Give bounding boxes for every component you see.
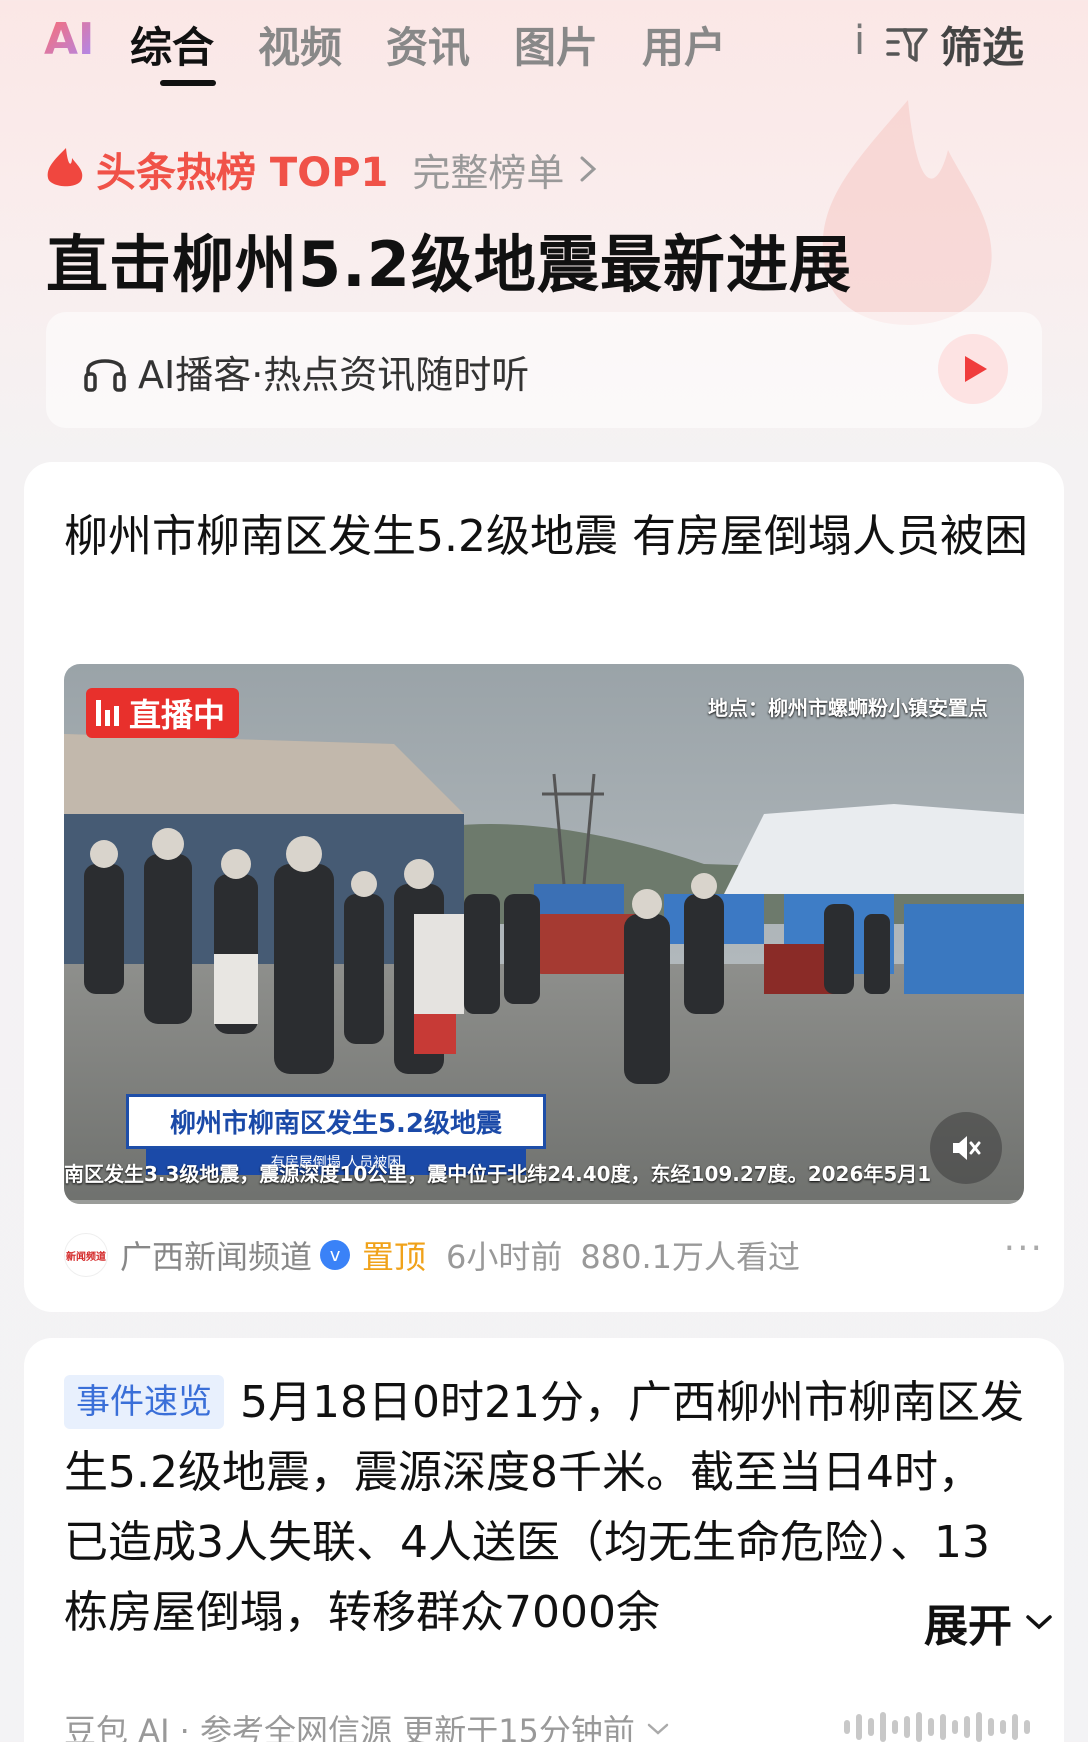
chevron-right-icon xyxy=(580,156,597,182)
hot-list-rank: 头条热榜 TOP1 xyxy=(96,150,389,196)
news-title[interactable]: 柳州市柳南区发生5.2级地震 有房屋倒塌人员被困 xyxy=(64,502,1044,572)
news-meta-row: 新闻频道 广西新闻频道 v 置顶 6小时前 880.1万人看过 ··· xyxy=(64,1228,1044,1278)
video-location-caption: 地点：柳州市螺蛳粉小镇安置点 xyxy=(708,696,988,720)
tab-comprehensive[interactable]: 综合 xyxy=(130,14,214,75)
event-summary-tag: 事件速览 xyxy=(64,1375,224,1429)
play-icon xyxy=(965,356,987,382)
tab-video[interactable]: 视频 xyxy=(258,14,342,75)
chevron-down-icon xyxy=(1026,1615,1052,1630)
source-logo-text: 新闻频道 xyxy=(66,1251,106,1263)
ai-podcast-bar[interactable]: AI播客·热点资讯随时听 xyxy=(46,312,1042,428)
tab-images[interactable]: 图片 xyxy=(514,14,598,75)
speaker-muted-icon xyxy=(953,1136,981,1160)
headphone-icon xyxy=(84,359,126,392)
hot-headline[interactable]: 直击柳州5.2级地震最新进展 xyxy=(46,214,852,304)
tab-ai[interactable]: AI xyxy=(44,14,94,65)
top-tab-bar: AI 综合 视频 资讯 图片 用户 i 筛选 xyxy=(0,0,1088,100)
more-options-button[interactable]: ··· xyxy=(1004,1228,1044,1269)
source-logo[interactable]: 新闻频道 xyxy=(64,1233,108,1277)
pinned-badge: 置顶 xyxy=(362,1238,427,1276)
view-count: 880.1万人看过 xyxy=(580,1238,801,1276)
video-news-ticker: 南区发生3.3级地震，震源深度10公里，震中位于北纬24.40度，东经109.2… xyxy=(64,1162,932,1186)
expand-label: 展开 xyxy=(924,1601,1012,1652)
video-progress-bar[interactable] xyxy=(64,1200,1024,1204)
filter-button[interactable]: 筛选 xyxy=(884,14,1024,75)
active-tab-indicator xyxy=(160,80,216,86)
mute-button[interactable] xyxy=(930,1112,1002,1184)
lower-third-title: 柳州市柳南区发生5.2级地震 xyxy=(126,1094,546,1149)
audio-wave-icon xyxy=(844,1712,1030,1742)
tab-users[interactable]: 用户 xyxy=(642,14,726,75)
tab-overflow[interactable]: i xyxy=(854,18,865,64)
event-summary-card: 事件速览 5月18日0时21分，广西柳州市柳南区发生5.2级地震，震源深度8千米。… xyxy=(24,1338,1064,1742)
ai-source-line[interactable]: 豆包 AI · 参考全网信源 更新于15分钟前 xyxy=(64,1706,671,1742)
source-name[interactable]: 广西新闻频道 xyxy=(120,1232,312,1278)
live-badge: 直播中 xyxy=(86,688,240,738)
publish-time: 6小时前 xyxy=(446,1238,563,1276)
podcast-label: AI播客·热点资讯随时听 xyxy=(138,353,530,397)
verified-icon: v xyxy=(320,1240,351,1270)
live-video-player[interactable]: 直播中 地点：柳州市螺蛳粉小镇安置点 柳州市柳南区发生5.2级地震 有房屋倒塌 … xyxy=(64,664,1024,1204)
full-list-link[interactable]: 完整榜单 xyxy=(412,142,564,197)
flame-icon xyxy=(47,148,83,187)
hot-list-row[interactable]: 头条热榜 TOP1 完整榜单 xyxy=(44,140,600,198)
live-badge-label: 直播中 xyxy=(129,696,226,734)
news-card: 柳州市柳南区发生5.2级地震 有房屋倒塌人员被困 直播中 地点：柳州市螺蛳粉小镇… xyxy=(24,462,1064,1312)
tab-news[interactable]: 资讯 xyxy=(386,14,470,75)
ai-source-text: 豆包 AI · 参考全网信源 更新于15分钟前 xyxy=(64,1712,635,1742)
live-bars-icon xyxy=(96,700,119,726)
expand-button[interactable]: 展开 xyxy=(864,1590,1054,1654)
chevron-down-icon xyxy=(647,1723,669,1735)
filter-icon xyxy=(886,27,928,62)
filter-label: 筛选 xyxy=(940,23,1025,72)
play-button[interactable] xyxy=(938,334,1008,404)
